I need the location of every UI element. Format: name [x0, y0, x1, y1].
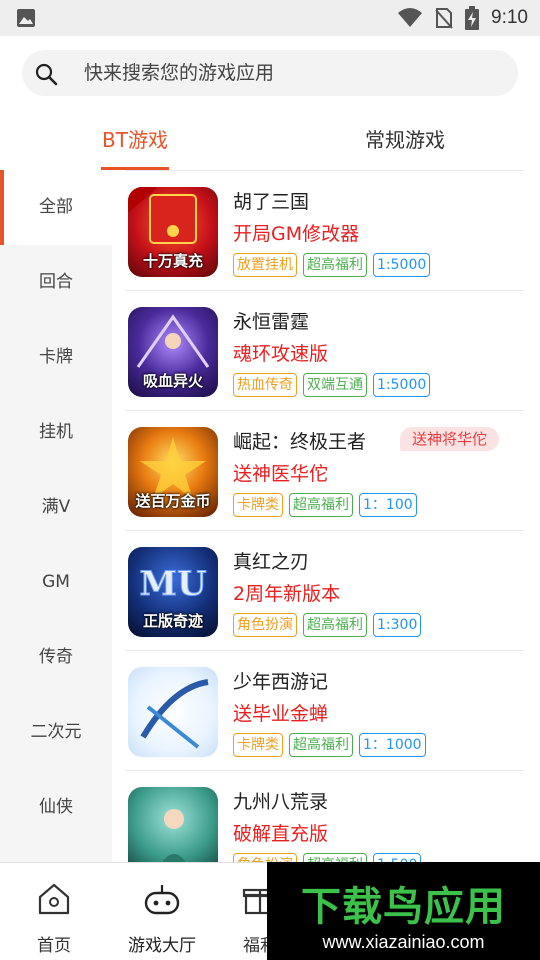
tag-genre: 放置挂机	[233, 253, 297, 277]
wifi-icon	[398, 8, 423, 27]
tag-benefit: 超高福利	[289, 733, 353, 757]
home-icon	[38, 883, 70, 915]
tag-ratio: 1:5000	[373, 253, 431, 277]
category-sidebar: 全部 回合 卡牌 挂机 满V GM 传奇 二次元 仙侠	[0, 170, 112, 862]
tag-benefit: 双端互通	[303, 373, 367, 397]
nav-label: 游戏大厅	[128, 936, 196, 956]
game-name: 真红之刃	[233, 551, 310, 573]
category-all[interactable]: 全部	[0, 170, 112, 245]
tag-ratio: 1:300	[373, 613, 422, 637]
tag-ratio: 1：1000	[359, 733, 426, 757]
tag-genre: 角色扮演	[233, 613, 297, 637]
game-icon: 吸血异火	[128, 307, 218, 397]
category-turn-based[interactable]: 回合	[0, 245, 112, 320]
game-icon: MU 正版奇迹	[128, 547, 218, 637]
category-card[interactable]: 卡牌	[0, 320, 112, 395]
category-xianxia[interactable]: 仙侠	[0, 770, 112, 845]
nav-label: 首页	[37, 936, 71, 956]
no-sim-icon	[435, 8, 453, 29]
game-icon	[128, 667, 218, 757]
search-bar[interactable]	[22, 50, 518, 96]
category-legend[interactable]: 传奇	[0, 620, 112, 695]
tab-label: 常规游戏	[365, 128, 445, 152]
game-name: 九州八荒录	[233, 791, 329, 813]
gift-badge: 送神将华佗	[400, 427, 500, 451]
tag-genre: 卡牌类	[233, 493, 283, 517]
game-icon	[128, 787, 218, 862]
tag-benefit: 超高福利	[303, 253, 367, 277]
game-list[interactable]: 十万真充 胡了三国 开局GM修改器 放置挂机 超高福利 1:5000 吸血异火 …	[112, 170, 540, 862]
status-bar: 9:10	[0, 0, 540, 36]
icon-caption: 正版奇迹	[142, 612, 203, 630]
svg-text:MU: MU	[139, 564, 206, 604]
game-name: 崛起：终极王者	[233, 431, 367, 453]
watermark: 下载鸟应用 www.xiazainiao.com	[267, 862, 540, 960]
tab-label: BT游戏	[102, 128, 168, 152]
tab-regular-games[interactable]: 常规游戏	[350, 118, 460, 170]
game-tags: 放置挂机 超高福利 1:5000	[233, 253, 431, 277]
watermark-url: www.xiazainiao.com	[322, 932, 485, 952]
tag-ratio: 1:500	[373, 853, 422, 862]
character-art-icon	[162, 809, 186, 862]
tag-ratio: 1:5000	[373, 373, 431, 397]
tag-benefit: 超高福利	[289, 493, 353, 517]
tab-bt-games[interactable]: BT游戏	[85, 118, 185, 170]
game-item[interactable]: MU 正版奇迹 真红之刃 2周年新版本 角色扮演 超高福利 1:300	[126, 531, 524, 651]
category-gm[interactable]: GM	[0, 545, 112, 620]
game-item[interactable]: 少年西游记 送毕业金蝉 卡牌类 超高福利 1：1000	[126, 651, 524, 771]
game-name: 胡了三国	[233, 191, 310, 213]
gamepad-icon	[144, 885, 180, 915]
tag-genre: 热血传奇	[233, 373, 297, 397]
game-name: 少年西游记	[233, 671, 329, 693]
tag-benefit: 超高福利	[303, 613, 367, 637]
game-tags: 卡牌类 超高福利 1：100	[233, 493, 417, 517]
clock: 9:10	[491, 7, 528, 28]
game-name: 永恒雷霆	[233, 311, 310, 333]
game-tags: 角色扮演 超高福利 1:300	[233, 613, 422, 637]
swirl-art-icon	[140, 679, 209, 749]
game-subtitle: 送毕业金蝉	[233, 703, 329, 725]
game-item[interactable]: 吸血异火 永恒雷霆 魂环攻速版 热血传奇 双端互通 1:5000	[126, 291, 524, 411]
game-icon: 送百万金币	[128, 427, 218, 517]
game-item[interactable]: 九州八荒录 破解直充版 角色扮演 超高福利 1:500	[126, 771, 524, 862]
icon-caption: 送百万金币	[135, 492, 211, 510]
category-anime[interactable]: 二次元	[0, 695, 112, 770]
game-tags: 热血传奇 双端互通 1:5000	[233, 373, 431, 397]
game-subtitle: 魂环攻速版	[233, 343, 329, 365]
game-subtitle: 送神医华佗	[233, 463, 329, 485]
game-subtitle: 开局GM修改器	[233, 223, 360, 245]
icon-caption: 十万真充	[142, 252, 203, 270]
game-tags: 卡牌类 超高福利 1：1000	[233, 733, 426, 757]
watermark-title: 下载鸟应用	[301, 884, 506, 930]
game-type-tabs: BT游戏 常规游戏	[0, 118, 540, 170]
game-subtitle: 破解直充版	[233, 823, 329, 845]
game-item[interactable]: 十万真充 胡了三国 开局GM修改器 放置挂机 超高福利 1:5000	[126, 171, 524, 291]
game-item[interactable]: 送百万金币 崛起：终极王者 送神将华佗 送神医华佗 卡牌类 超高福利 1：100	[126, 411, 524, 531]
tag-genre: 角色扮演	[233, 853, 297, 862]
tag-benefit: 超高福利	[303, 853, 367, 862]
tag-ratio: 1：100	[359, 493, 417, 517]
game-subtitle: 2周年新版本	[233, 583, 341, 605]
game-icon: 十万真充	[128, 187, 218, 277]
search-icon	[35, 63, 58, 86]
category-idle[interactable]: 挂机	[0, 395, 112, 470]
game-tags: 角色扮演 超高福利 1:500	[233, 853, 422, 862]
search-input[interactable]	[84, 50, 504, 96]
nav-game-hall[interactable]: 游戏大厅	[117, 863, 207, 960]
gallery-notification-icon	[17, 9, 35, 27]
category-full-vip[interactable]: 满V	[0, 470, 112, 545]
battery-charging-icon	[465, 6, 480, 30]
tag-genre: 卡牌类	[233, 733, 283, 757]
icon-caption: 吸血异火	[142, 372, 203, 390]
nav-home[interactable]: 首页	[9, 863, 99, 960]
